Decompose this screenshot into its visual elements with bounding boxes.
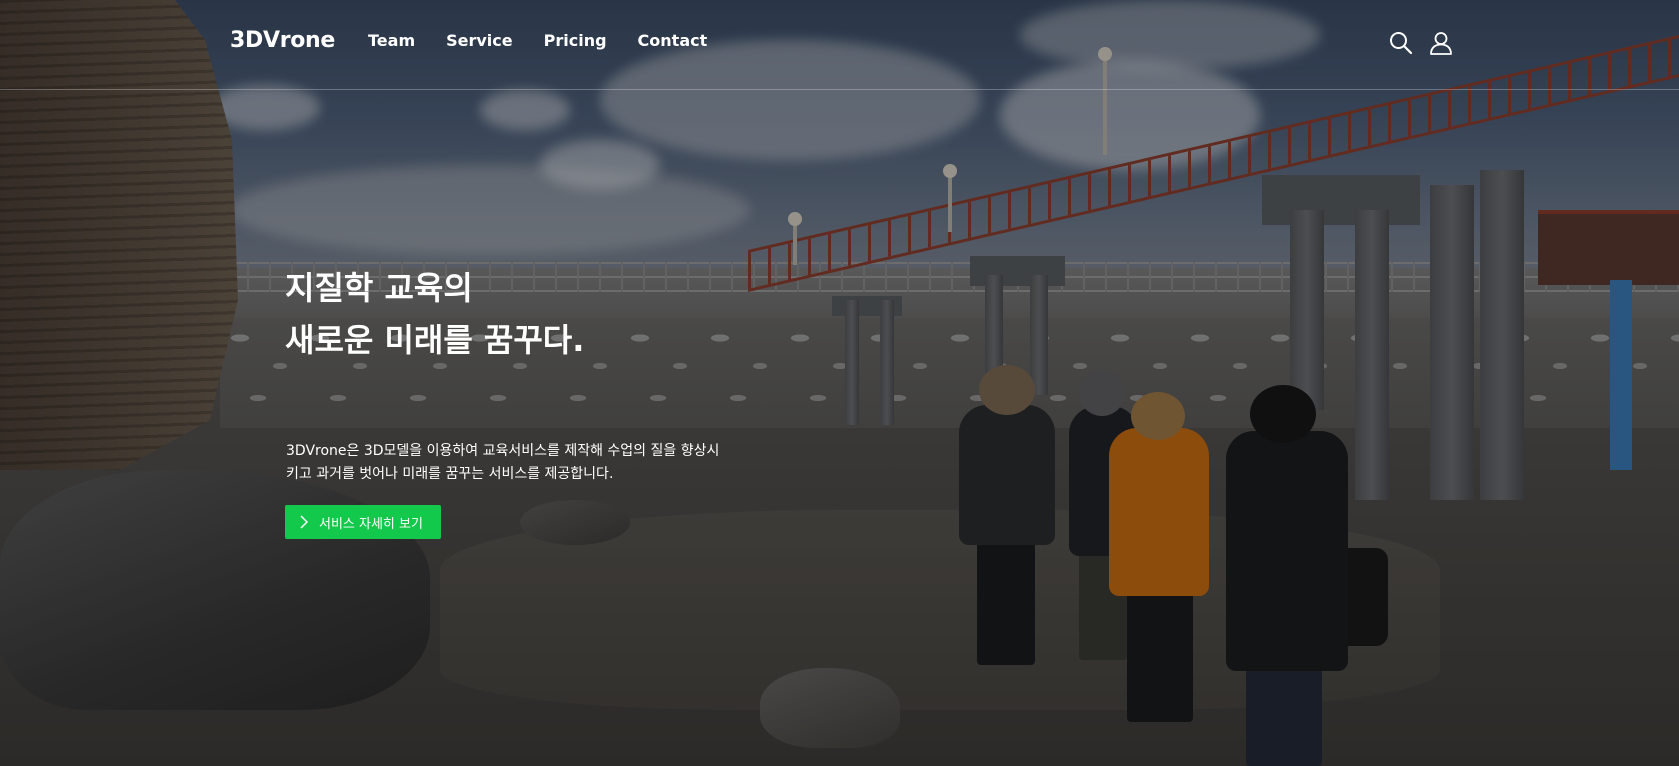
chevron-right-icon	[300, 515, 309, 529]
hero-description-line: 3DVrone은 3D모델을 이용하여 교육서비스를 제작해 수업의 질을 향상…	[286, 443, 720, 459]
hero-headline-line: 지질학 교육의	[285, 269, 473, 307]
hero-description-line: 키고 과거를 벗어나 미래를 꿈꾸는 서비스를 제공합니다.	[286, 466, 614, 482]
site-header: 3DVrone Team Service Pricing Contact	[0, 0, 1679, 90]
search-button[interactable]	[1388, 30, 1414, 56]
hero-description: 3DVrone은 3D모델을 이용하여 교육서비스를 제작해 수업의 질을 향상…	[286, 440, 719, 486]
hero-headline-line: 새로운 미래를 꿈꾸다.	[285, 321, 585, 359]
search-icon	[1390, 32, 1413, 55]
user-icon	[1430, 32, 1452, 55]
nav-item-pricing[interactable]: Pricing	[544, 31, 607, 50]
service-details-button[interactable]: 서비스 자세히 보기	[285, 505, 441, 539]
main-nav: Team Service Pricing Contact	[368, 31, 738, 50]
logo[interactable]: 3DVrone	[230, 28, 335, 53]
user-button[interactable]	[1428, 30, 1454, 56]
dark-overlay	[0, 0, 1679, 766]
hero-headline: 지질학 교육의 새로운 미래를 꿈꾸다.	[285, 262, 584, 366]
hero-background	[0, 0, 1679, 766]
service-details-label: 서비스 자세히 보기	[319, 516, 423, 532]
nav-item-service[interactable]: Service	[446, 31, 513, 50]
nav-item-contact[interactable]: Contact	[638, 31, 708, 50]
nav-item-team[interactable]: Team	[368, 31, 415, 50]
